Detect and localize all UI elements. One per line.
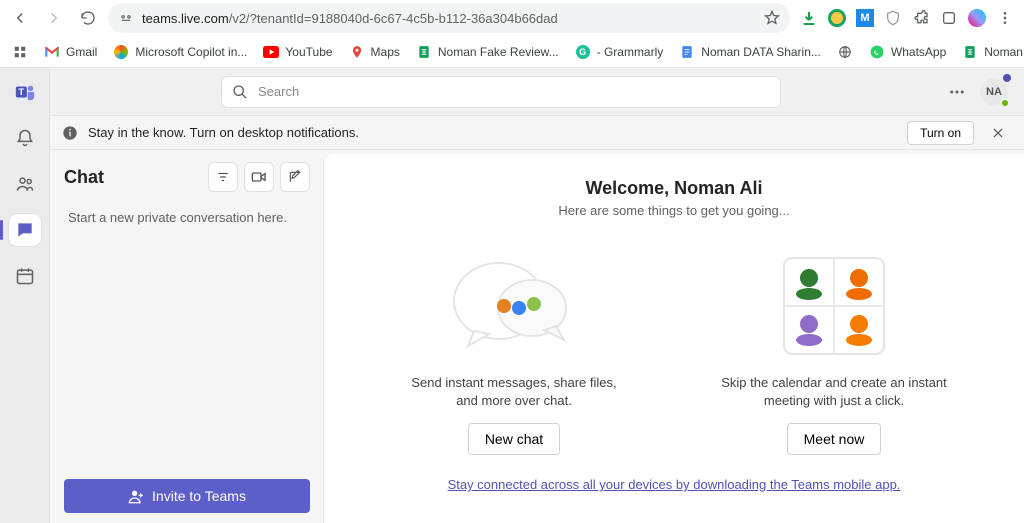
ext-circle-icon[interactable] xyxy=(828,9,846,27)
header-more-icon[interactable] xyxy=(948,83,966,101)
bookmark-youtube[interactable]: YouTube xyxy=(259,42,336,62)
chat-empty-message: Start a new private conversation here. xyxy=(64,192,310,243)
browser-menu-icon[interactable] xyxy=(996,9,1014,27)
card-text: Skip the calendar and create an instant … xyxy=(719,374,949,409)
bookmark-label: WhatsApp xyxy=(891,45,946,59)
search-placeholder: Search xyxy=(258,84,299,99)
bookmarks-bar: Gmail Microsoft Copilot in... YouTube Ma… xyxy=(0,36,1024,68)
bookmark-label: Gmail xyxy=(66,45,97,59)
meet-now-button[interactable] xyxy=(244,162,274,192)
bookmark-label: Noman DATA Sharin... xyxy=(701,45,821,59)
bookmark-globe[interactable] xyxy=(833,42,857,62)
teams-app: T Search xyxy=(0,68,1024,523)
teams-header: Search NA xyxy=(50,68,1024,116)
bookmark-gmail[interactable]: Gmail xyxy=(40,42,101,62)
welcome-subtitle: Here are some things to get you going... xyxy=(558,203,789,218)
profile-avatar-icon[interactable] xyxy=(968,9,986,27)
extensions-strip: M xyxy=(796,9,1018,27)
welcome-cards: Send instant messages, share files, and … xyxy=(399,246,949,455)
address-bar[interactable]: teams.live.com/v2/?tenantId=9188040d-6c6… xyxy=(108,3,790,33)
bookmark-grammarly[interactable]: G- Grammarly xyxy=(571,42,668,62)
invite-to-teams-button[interactable]: Invite to Teams xyxy=(64,479,310,513)
chat-title: Chat xyxy=(64,167,202,188)
welcome-pane: Welcome, Noman Ali Here are some things … xyxy=(324,154,1024,523)
url-host: teams.live.com/v2/?tenantId=9188040d-6c6… xyxy=(142,11,558,26)
body-split: Chat Start a new private conversation he… xyxy=(50,150,1024,523)
site-info-icon[interactable] xyxy=(118,10,134,26)
meet-now-action[interactable]: Meet now xyxy=(787,423,882,455)
bookmark-docs[interactable]: Noman DATA Sharin... xyxy=(675,42,825,62)
chat-illustration xyxy=(444,246,584,366)
filter-button[interactable] xyxy=(208,162,238,192)
nav-forward-button[interactable] xyxy=(40,4,68,32)
card-text: Send instant messages, share files, and … xyxy=(399,374,629,409)
user-avatar[interactable]: NA xyxy=(980,78,1008,106)
welcome-title: Welcome, Noman Ali xyxy=(585,178,762,199)
presence-indicator xyxy=(1000,98,1010,108)
turn-on-button[interactable]: Turn on xyxy=(907,121,974,145)
rail-calendar[interactable] xyxy=(9,260,41,292)
info-icon xyxy=(62,125,78,141)
ext-download-icon[interactable] xyxy=(800,9,818,27)
download-mobile-link[interactable]: Stay connected across all your devices b… xyxy=(448,477,901,492)
left-rail: T xyxy=(0,68,50,523)
card-meet-now: Skip the calendar and create an instant … xyxy=(719,246,949,455)
bookmark-label: - Grammarly xyxy=(597,45,664,59)
ext-m-icon[interactable]: M xyxy=(856,9,874,27)
nav-back-button[interactable] xyxy=(6,4,34,32)
new-chat-action[interactable]: New chat xyxy=(468,423,560,455)
extensions-puzzle-icon[interactable] xyxy=(912,9,930,27)
bookmark-label: Maps xyxy=(371,45,400,59)
meet-illustration xyxy=(764,246,904,366)
avatar-notif-dot xyxy=(1003,74,1011,82)
bookmark-label: YouTube xyxy=(285,45,332,59)
ext-shield-icon[interactable] xyxy=(884,9,902,27)
bookmark-copilot[interactable]: Microsoft Copilot in... xyxy=(109,42,251,62)
main-column: Search NA Stay in the know. Turn on desk… xyxy=(50,68,1024,523)
invite-icon xyxy=(128,488,144,504)
ext-generic-icon[interactable] xyxy=(940,9,958,27)
rail-teams-logo[interactable]: T xyxy=(9,76,41,108)
browser-toolbar: teams.live.com/v2/?tenantId=9188040d-6c6… xyxy=(0,0,1024,36)
rail-community[interactable] xyxy=(9,168,41,200)
bookmark-sheet1[interactable]: Noman Fake Review... xyxy=(412,42,563,62)
bookmark-whatsapp[interactable]: WhatsApp xyxy=(865,42,950,62)
chat-pane-header: Chat xyxy=(64,162,310,192)
svg-text:T: T xyxy=(18,87,24,97)
nav-refresh-button[interactable] xyxy=(74,4,102,32)
search-input[interactable]: Search xyxy=(221,76,781,108)
notification-banner: Stay in the know. Turn on desktop notifi… xyxy=(50,116,1024,150)
invite-label: Invite to Teams xyxy=(152,488,246,504)
bookmark-sheet2[interactable]: Noman Artilces - G... xyxy=(958,42,1024,62)
search-icon xyxy=(232,84,248,100)
close-banner-icon[interactable] xyxy=(984,119,1012,147)
bookmark-label: Noman Artilces - G... xyxy=(984,45,1024,59)
rail-chat[interactable] xyxy=(9,214,41,246)
bookmark-label: Noman Fake Review... xyxy=(438,45,559,59)
bookmark-star-icon[interactable] xyxy=(764,10,780,26)
notification-text: Stay in the know. Turn on desktop notifi… xyxy=(88,125,359,140)
bookmark-apps[interactable] xyxy=(8,42,32,62)
bookmark-label: Microsoft Copilot in... xyxy=(135,45,247,59)
new-chat-button[interactable] xyxy=(280,162,310,192)
rail-activity[interactable] xyxy=(9,122,41,154)
chat-list-pane: Chat Start a new private conversation he… xyxy=(50,150,320,523)
avatar-initials: NA xyxy=(986,86,1002,98)
card-new-chat: Send instant messages, share files, and … xyxy=(399,246,629,455)
bookmark-maps[interactable]: Maps xyxy=(345,42,404,62)
